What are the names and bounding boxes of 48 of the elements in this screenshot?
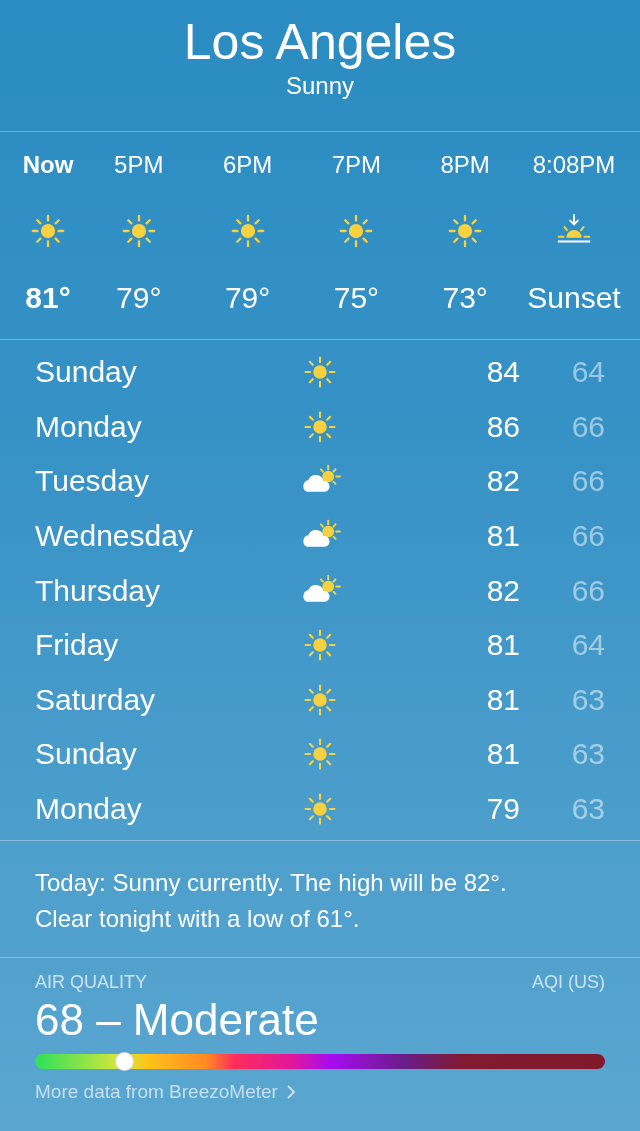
weather-condition: Sunny <box>285 72 355 100</box>
hour-label: 7PM <box>331 150 382 180</box>
hour-temperature: 73° <box>442 280 488 316</box>
sun-icon <box>29 212 67 250</box>
high-temperature: 81 <box>485 628 520 663</box>
forecast-summary: Today: Sunny currently. The high will be 82°. Clear tonight with a low of 61°. <box>35 868 508 935</box>
day-name: Wednesday <box>35 519 194 554</box>
hour-temperature: 81° <box>25 280 71 316</box>
day-name: Sunday <box>35 355 138 390</box>
low-temperature: 66 <box>570 464 605 499</box>
day-name: Sunday <box>35 737 138 772</box>
hour-label: 5PM <box>114 150 164 180</box>
air-quality-value: 68 – Moderate <box>35 994 320 1047</box>
low-temperature: 63 <box>570 682 605 717</box>
day-name: Friday <box>35 628 120 663</box>
low-temperature: 63 <box>570 792 605 827</box>
hour-temperature: Sunset <box>527 280 621 316</box>
day-name: Saturday <box>35 682 157 717</box>
day-name: Tuesday <box>35 464 150 499</box>
high-temperature: 81 <box>485 682 520 717</box>
aqi-scale-label: AQI (US) <box>532 971 605 995</box>
day-name: Thursday <box>35 573 162 608</box>
city-name: Los Angeles <box>183 13 457 72</box>
hour-label: 6PM <box>222 150 273 180</box>
high-temperature: 81 <box>485 519 520 554</box>
low-temperature: 64 <box>570 355 605 390</box>
hour-temperature: 79° <box>224 280 271 316</box>
hour-label: 8:08PM <box>532 150 616 180</box>
high-temperature: 82 <box>485 464 520 499</box>
high-temperature: 81 <box>485 737 520 772</box>
low-temperature: 66 <box>570 409 605 444</box>
hour-temperature: 75° <box>333 280 380 316</box>
high-temperature: 86 <box>485 409 520 444</box>
air-quality-label: AIR QUALITY <box>35 971 148 995</box>
low-temperature: 66 <box>570 573 605 608</box>
breezometer-link[interactable]: More data from BreezoMeter <box>35 1081 296 1104</box>
hour-temperature: 79° <box>116 280 162 316</box>
chevron-right-icon <box>285 1084 296 1101</box>
high-temperature: 79 <box>485 792 520 827</box>
day-name: Monday <box>35 409 143 444</box>
hour-label: 8PM <box>440 150 490 180</box>
day-name: Monday <box>35 792 143 827</box>
high-temperature: 84 <box>485 355 520 390</box>
high-temperature: 82 <box>485 573 520 608</box>
low-temperature: 63 <box>570 737 605 772</box>
low-temperature: 66 <box>570 519 605 554</box>
hour-label: Now <box>22 150 74 180</box>
low-temperature: 64 <box>570 628 605 663</box>
